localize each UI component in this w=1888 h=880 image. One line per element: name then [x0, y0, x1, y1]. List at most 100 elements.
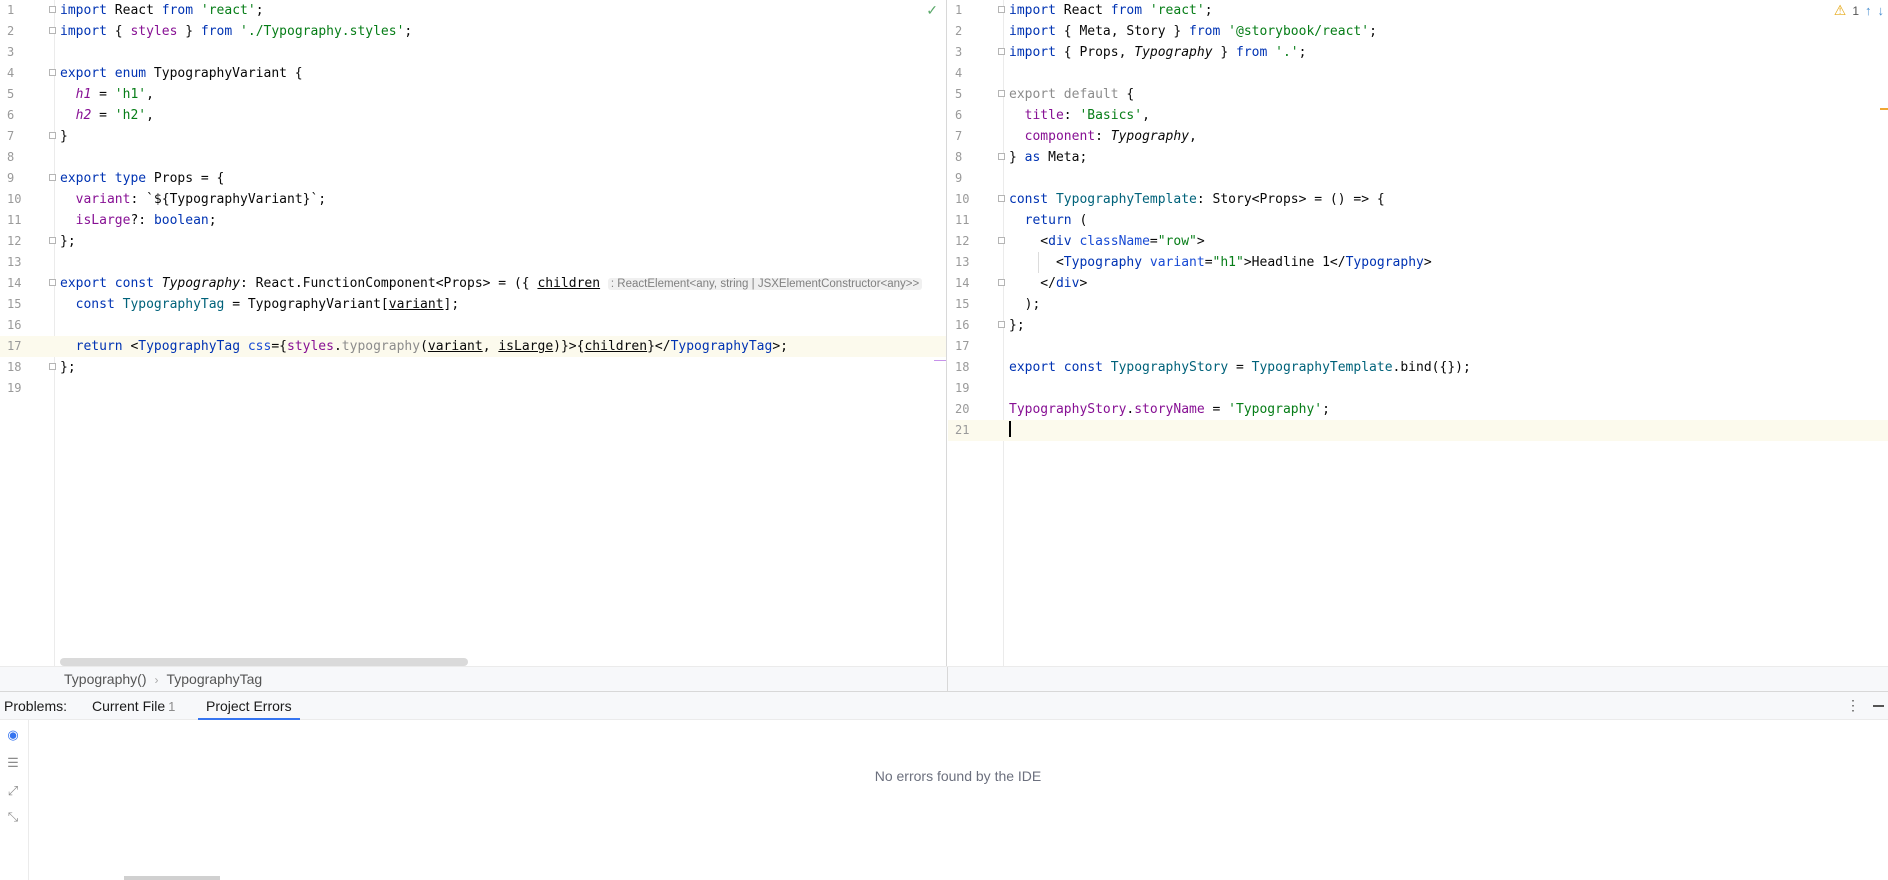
expand-all-icon[interactable]: ⤢ — [4, 782, 22, 800]
left-code-line[interactable]: 1 import React from 'react'; — [0, 0, 946, 21]
code-text[interactable]: }; — [60, 357, 76, 378]
left-code-line[interactable]: 3 — [0, 42, 946, 63]
fold-marker-icon[interactable] — [49, 69, 56, 76]
code-text[interactable]: return <TypographyTag css={styles.typogr… — [60, 336, 788, 357]
left-code-line[interactable]: 19 — [0, 378, 946, 399]
left-code-line[interactable]: 15 const TypographyTag = TypographyVaria… — [0, 294, 946, 315]
left-code-line[interactable]: 16 — [0, 315, 946, 336]
fold-marker-icon[interactable] — [49, 237, 56, 244]
tab-current-file[interactable]: Current File 1 — [84, 692, 183, 720]
fold-marker-icon[interactable] — [49, 27, 56, 34]
right-code-line[interactable]: 20 TypographyStory.storyName = 'Typograph… — [948, 399, 1888, 420]
right-editor-pane[interactable]: 1 import React from 'react'; 2 import { Met… — [948, 0, 1888, 666]
check-icon[interactable]: ✓ — [926, 2, 938, 19]
left-code-line[interactable]: 10 variant: `${TypographyVariant}`; — [0, 189, 946, 210]
code-text[interactable]: import React from 'react'; — [1009, 0, 1213, 21]
left-code-line[interactable]: 8 — [0, 147, 946, 168]
code-text[interactable]: h1 = 'h1', — [60, 84, 154, 105]
code-text[interactable]: const TypographyTemplate: Story<Props> =… — [1009, 189, 1385, 210]
right-code-line[interactable]: 13 <Typography variant="h1">Headline 1</… — [948, 252, 1888, 273]
left-code-line[interactable]: 7} — [0, 126, 946, 147]
code-text[interactable]: export enum TypographyVariant { — [60, 63, 303, 84]
right-code-line[interactable]: 17 — [948, 336, 1888, 357]
right-code-line[interactable]: 5 export default { — [948, 84, 1888, 105]
code-text[interactable]: import { Props, Typography } from '.'; — [1009, 42, 1306, 63]
left-code-line[interactable]: 17 return <TypographyTag css={styles.typ… — [0, 336, 946, 357]
code-text[interactable]: } as Meta; — [1009, 147, 1087, 168]
fold-marker-icon[interactable] — [49, 6, 56, 13]
right-code-line[interactable]: 7 component: Typography, — [948, 126, 1888, 147]
right-code-line[interactable]: 15 ); — [948, 294, 1888, 315]
right-code-line[interactable]: 4 — [948, 63, 1888, 84]
inspection-widget[interactable]: ⚠ 1 ↑ ↓ — [1834, 2, 1884, 19]
warning-icon[interactable]: ⚠ — [1834, 2, 1847, 19]
warning-stripe-marker[interactable] — [1880, 108, 1888, 110]
fold-marker-icon[interactable] — [998, 153, 1005, 160]
right-code-line[interactable]: 16}; — [948, 315, 1888, 336]
arrow-down-icon[interactable]: ↓ — [1878, 3, 1885, 18]
breadcrumb-item-function[interactable]: Typography() — [64, 671, 146, 687]
eye-icon[interactable]: ◉ — [4, 726, 22, 744]
error-stripe-marker[interactable] — [934, 360, 946, 361]
right-code-line[interactable]: 8} as Meta; — [948, 147, 1888, 168]
right-code-line[interactable]: 11 return ( — [948, 210, 1888, 231]
right-code-line[interactable]: 14 </div> — [948, 273, 1888, 294]
code-text[interactable]: export default { — [1009, 84, 1134, 105]
right-code-line[interactable]: 12 <div className="row"> — [948, 231, 1888, 252]
fold-marker-icon[interactable] — [998, 48, 1005, 55]
left-code-line[interactable]: 4 export enum TypographyVariant { — [0, 63, 946, 84]
left-code-line[interactable]: 13 — [0, 252, 946, 273]
code-text[interactable]: import { Meta, Story } from '@storybook/… — [1009, 21, 1377, 42]
right-code-line[interactable]: 19 — [948, 378, 1888, 399]
left-code-line[interactable]: 5 h1 = 'h1', — [0, 84, 946, 105]
right-code-line[interactable]: 1 import React from 'react'; — [948, 0, 1888, 21]
fold-marker-icon[interactable] — [998, 195, 1005, 202]
fold-marker-icon[interactable] — [998, 237, 1005, 244]
more-vertical-icon[interactable]: ⋮ — [1846, 697, 1860, 714]
code-text[interactable]: export const TypographyStory = Typograph… — [1009, 357, 1471, 378]
collapse-all-icon[interactable]: ⤡ — [4, 808, 22, 826]
code-text[interactable]: variant: `${TypographyVariant}`; — [60, 189, 326, 210]
code-text[interactable]: }; — [60, 231, 76, 252]
fold-marker-icon[interactable] — [49, 174, 56, 181]
right-code-line[interactable]: 2 import { Meta, Story } from '@storybook… — [948, 21, 1888, 42]
horizontal-scrollbar[interactable] — [60, 658, 468, 666]
left-code-line[interactable]: 12}; — [0, 231, 946, 252]
code-text[interactable]: h2 = 'h2', — [60, 105, 154, 126]
code-text[interactable]: <Typography variant="h1">Headline 1</Typ… — [1009, 252, 1432, 273]
left-code-line[interactable]: 14 export const Typography: React.Functio… — [0, 273, 946, 294]
right-code-line[interactable]: 3 import { Props, Typography } from '.'; — [948, 42, 1888, 63]
breadcrumb-item-tag[interactable]: TypographyTag — [166, 671, 262, 687]
code-text[interactable]: export const Typography: React.FunctionC… — [60, 273, 923, 295]
code-text[interactable]: const TypographyTag = TypographyVariant[… — [60, 294, 460, 315]
fold-marker-icon[interactable] — [49, 279, 56, 286]
right-code-line[interactable]: 18 export const TypographyStory = Typogra… — [948, 357, 1888, 378]
left-code-line[interactable]: 18}; — [0, 357, 946, 378]
code-text[interactable]: }; — [1009, 315, 1025, 336]
arrow-up-icon[interactable]: ↑ — [1865, 3, 1872, 18]
fold-marker-icon[interactable] — [998, 90, 1005, 97]
bottom-scrollbar[interactable] — [124, 876, 220, 880]
fold-marker-icon[interactable] — [998, 279, 1005, 286]
fold-marker-icon[interactable] — [49, 132, 56, 139]
code-text[interactable]: </div> — [1009, 273, 1087, 294]
fold-marker-icon[interactable] — [49, 363, 56, 370]
left-code-line[interactable]: 9 export type Props = { — [0, 168, 946, 189]
code-text[interactable] — [1009, 420, 1011, 441]
code-text[interactable]: return ( — [1009, 210, 1088, 231]
code-text[interactable]: import { styles } from './Typography.sty… — [60, 21, 412, 42]
code-text[interactable]: export type Props = { — [60, 168, 224, 189]
code-text[interactable]: isLarge?: boolean; — [60, 210, 217, 231]
code-text[interactable]: import React from 'react'; — [60, 0, 264, 21]
left-code-line[interactable]: 2 import { styles } from './Typography.st… — [0, 21, 946, 42]
fold-marker-icon[interactable] — [998, 321, 1005, 328]
code-text[interactable]: title: 'Basics', — [1009, 105, 1150, 126]
code-text[interactable]: component: Typography, — [1009, 126, 1197, 147]
code-text[interactable]: } — [60, 126, 68, 147]
right-code-line[interactable]: 6 title: 'Basics', — [948, 105, 1888, 126]
tab-project-errors[interactable]: Project Errors — [198, 692, 300, 720]
left-code-line[interactable]: 11 isLarge?: boolean; — [0, 210, 946, 231]
right-code-line[interactable]: 9 — [948, 168, 1888, 189]
right-code-line[interactable]: 21 — [948, 420, 1888, 441]
left-code-line[interactable]: 6 h2 = 'h2', — [0, 105, 946, 126]
